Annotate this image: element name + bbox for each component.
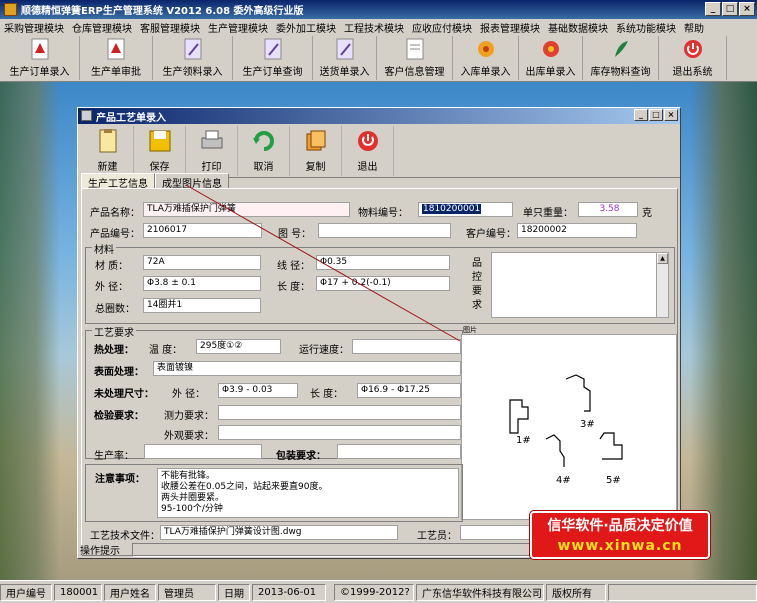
material-requisition-button[interactable]: 生产领料录入 xyxy=(153,36,233,80)
button-label: 生产订单录入 xyxy=(9,67,70,78)
maximize-button[interactable]: □ xyxy=(722,2,738,16)
close-button[interactable]: × xyxy=(739,2,755,16)
flower-icon xyxy=(542,41,559,57)
button-label: 退出系统 xyxy=(672,67,713,78)
pdf-doc-icon xyxy=(107,38,125,60)
stock-in-entry-button[interactable]: 入库单录入 xyxy=(453,36,519,80)
delivery-entry-button[interactable]: 送货单录入 xyxy=(313,36,377,80)
button-label: 生产订单查询 xyxy=(242,67,303,78)
document-pen-icon xyxy=(336,38,353,60)
status-bar: 用户编号 180001 用户姓名 管理员 日期 2013-06-01 ©1999… xyxy=(0,580,757,603)
document-pen-icon xyxy=(184,38,201,60)
menu-outsource[interactable]: 委外加工模块 xyxy=(272,20,340,35)
exit-system-button[interactable]: 退出系统 xyxy=(659,36,727,80)
menu-service[interactable]: 客服管理模块 xyxy=(136,20,204,35)
process-sheet-window: 产品工艺单录入 _ □ × 新建 保存 打印 取消 复制 退出 生产工艺信息 成… xyxy=(77,107,681,559)
pdf-doc-icon xyxy=(31,38,48,60)
inventory-query-button[interactable]: 库存物料查询 xyxy=(583,36,659,80)
button-label: 库存物料查询 xyxy=(590,67,651,78)
user-no-value: 180001 xyxy=(54,583,102,601)
button-label: 送货单录入 xyxy=(319,67,370,78)
production-order-entry-button[interactable]: 生产订单录入 xyxy=(0,36,80,80)
hint-label: 操作提示 xyxy=(80,546,120,557)
menu-basedata[interactable]: 基础数据模块 xyxy=(544,20,612,35)
date-value: 2013-06-01 xyxy=(252,583,326,601)
app-icon xyxy=(4,3,17,16)
document-icon xyxy=(406,38,423,60)
power-icon xyxy=(683,40,702,58)
rights-text: 版权所有 xyxy=(546,583,606,601)
user-no-label: 用户编号 xyxy=(0,583,52,601)
menu-help[interactable]: 帮助 xyxy=(680,20,708,35)
menu-reports[interactable]: 报表管理模块 xyxy=(476,20,544,35)
watermark-line-1: 信华软件·品质决定价值 xyxy=(547,518,693,534)
button-label: 出库单录入 xyxy=(525,67,576,78)
menu-warehouse[interactable]: 仓库管理模块 xyxy=(68,20,136,35)
menu-bar: 采购管理模块 仓库管理模块 客服管理模块 生产管理模块 委外加工模块 工程技术模… xyxy=(0,19,757,36)
stock-out-entry-button[interactable]: 出库单录入 xyxy=(519,36,583,80)
watermark-line-2: www.xinwa.cn xyxy=(557,538,683,554)
button-label: 客户信息管理 xyxy=(384,67,445,78)
vendor-watermark: 信华软件·品质决定价值 www.xinwa.cn xyxy=(530,511,710,559)
user-name-value: 管理员 xyxy=(158,583,216,601)
app-title: 顺德精恒弹簧ERP生产管理系统 V2012 6.08 委外高级行业版 xyxy=(21,6,304,17)
company-name: 广东信华软件科技有限公司 xyxy=(416,583,544,601)
document-pen-icon xyxy=(264,38,281,60)
copyright-text: ©1999-2012? xyxy=(334,583,414,601)
user-name-label: 用户姓名 xyxy=(104,583,156,601)
date-label: 日期 xyxy=(218,583,250,601)
feather-icon xyxy=(614,41,628,57)
button-label: 生产单审批 xyxy=(91,67,141,78)
customer-info-button[interactable]: 客户信息管理 xyxy=(377,36,453,80)
menu-purchase[interactable]: 采购管理模块 xyxy=(0,20,68,35)
button-label: 入库单录入 xyxy=(460,67,511,78)
menu-production[interactable]: 生产管理模块 xyxy=(204,20,272,35)
palm-right xyxy=(690,82,757,580)
minimize-button[interactable]: _ xyxy=(705,2,721,16)
palm-left xyxy=(0,82,60,580)
annotation-line xyxy=(185,184,461,342)
menu-system[interactable]: 系统功能模块 xyxy=(612,20,680,35)
button-label: 生产领料录入 xyxy=(162,67,223,78)
main-toolbar: 生产订单录入 生产单审批 生产领料录入 生产订单查询 送货单录入 客户信息管理 … xyxy=(0,36,757,82)
menu-accounts[interactable]: 应收应付模块 xyxy=(408,20,476,35)
app-title-bar: 顺德精恒弹簧ERP生产管理系统 V2012 6.08 委外高级行业版 _ □ × xyxy=(0,0,757,19)
flower-icon xyxy=(477,41,494,57)
status-spare xyxy=(608,583,757,601)
menu-engineering[interactable]: 工程技术模块 xyxy=(340,20,408,35)
production-approval-button[interactable]: 生产单审批 xyxy=(80,36,153,80)
order-query-button[interactable]: 生产订单查询 xyxy=(233,36,313,80)
